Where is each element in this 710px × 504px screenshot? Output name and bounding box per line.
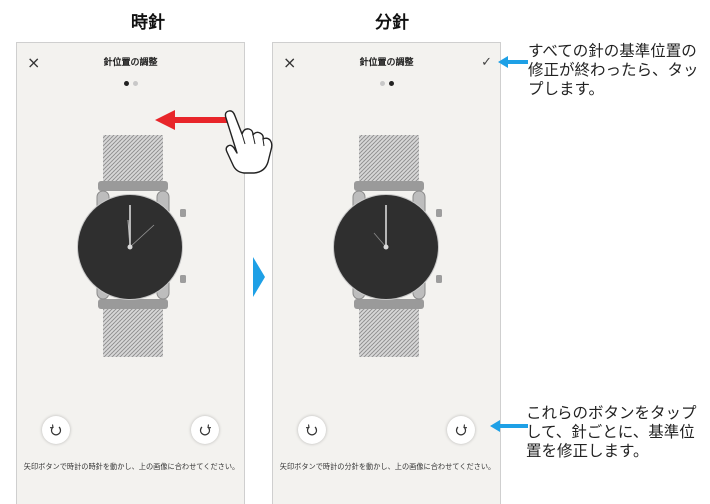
page-indicator [17, 81, 244, 86]
hand-swipe-icon [224, 110, 273, 174]
watch-image [326, 135, 456, 357]
screen-header: × 針位置の調整 [17, 53, 244, 73]
callout-arrow-top [498, 56, 528, 68]
rotate-clockwise-icon [199, 424, 212, 436]
checkmark-icon[interactable]: ✓ [481, 53, 492, 73]
rotate-counterclockwise-button[interactable] [42, 416, 70, 444]
page-dot-2 [388, 81, 394, 86]
rotate-clockwise-icon [455, 424, 468, 436]
hour-hand-title: 時針 [131, 13, 165, 33]
page-dot-1 [123, 81, 129, 86]
instruction-text: 矢印ボタンで時計の時針を動かし、上の画像に合わせてください。 [23, 462, 240, 471]
next-triangle-icon [253, 257, 265, 297]
watch-image [70, 135, 200, 357]
callout-arrow-bottom [490, 420, 528, 432]
rotate-counterclockwise-button[interactable] [298, 416, 326, 444]
screen-title: 針位置の調整 [103, 58, 158, 68]
rotate-counterclockwise-icon [305, 424, 318, 436]
minute-hand-screen: × 針位置の調整 ✓ 矢印ボタンで時計の分針を動かし、上の画像に合わせてください… [272, 42, 501, 504]
rotate-clockwise-button[interactable] [191, 416, 219, 444]
page-dot-1 [379, 81, 385, 86]
page-indicator [273, 81, 500, 86]
screen-header: × 針位置の調整 ✓ [273, 53, 500, 73]
rotate-clockwise-button[interactable] [447, 416, 475, 444]
confirm-annotation: すべての針の基準位置の修正が終わったら、タップします。 [528, 42, 699, 98]
rotate-counterclockwise-icon [49, 424, 62, 436]
screen-title: 針位置の調整 [359, 58, 414, 68]
minute-hand-title: 分針 [375, 13, 409, 33]
page-dot-2 [132, 81, 138, 86]
buttons-annotation: これらのボタンをタップして、針ごとに、基準位置を修正します。 [526, 404, 697, 460]
instruction-text: 矢印ボタンで時計の分針を動かし、上の画像に合わせてください。 [279, 462, 496, 471]
